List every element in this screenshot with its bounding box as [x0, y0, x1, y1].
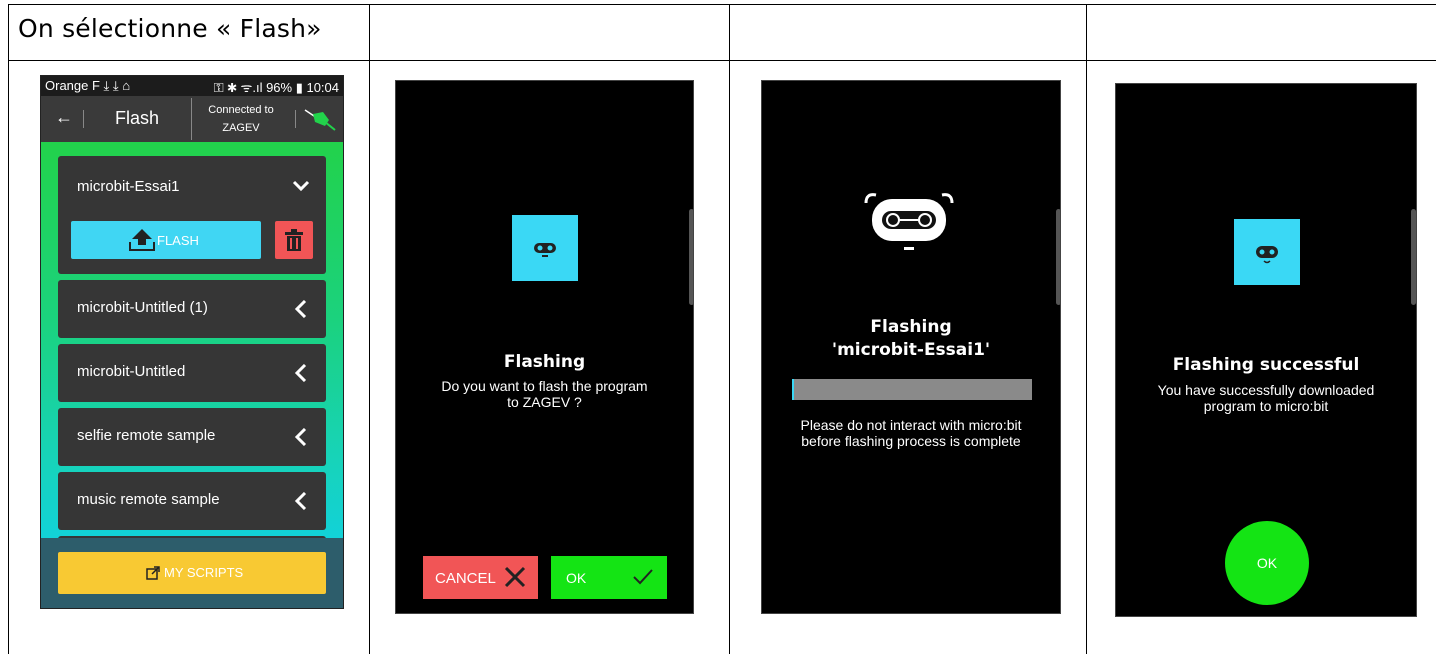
table-column-divider: [1086, 4, 1087, 654]
close-icon: [504, 566, 526, 588]
microbit-logo-tile: [512, 215, 578, 281]
caption-text: On sélectionne « Flash»: [18, 14, 322, 43]
table-column-divider: [729, 4, 730, 654]
table-top-border: [8, 4, 1436, 5]
arrow-left-icon[interactable]: ←: [55, 107, 73, 128]
ok-button[interactable]: OK: [1225, 521, 1309, 605]
cancel-button[interactable]: CANCEL: [423, 556, 538, 599]
chevron-left-icon[interactable]: [292, 364, 310, 382]
script-item-expanded[interactable]: microbit-Essai1 FLASH: [58, 156, 326, 274]
divider: [295, 110, 296, 128]
dialog-message-line1: Do you want to flash the program: [441, 378, 648, 394]
flashing-title-line2: 'microbit-Essai1': [831, 340, 991, 360]
flashing-note-line1: Please do not interact with micro:bit: [800, 417, 1022, 433]
flashing-progress-screen: Flashing 'microbit-Essai1' Please do not…: [761, 80, 1061, 614]
microbit-face-icon: [534, 243, 556, 257]
connection-status-device: ZAGEV: [222, 122, 260, 134]
flash-list-screen: Orange F ⤓ ⤓ ⌂ ⚿ ✱ ᯤ.ıl 96% ▮ 10:04 ← Fl…: [40, 75, 344, 609]
flash-button-label: FLASH: [157, 233, 199, 248]
chevron-left-icon[interactable]: [292, 428, 310, 446]
dialog-message-line2: to ZAGEV ?: [507, 394, 582, 410]
scroll-handle[interactable]: [689, 209, 693, 305]
script-name: microbit-Untitled (1): [77, 299, 208, 316]
table-column-divider: [369, 4, 370, 654]
status-right: ⚿ ✱ ᯤ.ıl 96% ▮ 10:04: [213, 80, 339, 95]
flash-success-screen: Flashing successful You have successfull…: [1115, 83, 1417, 617]
ok-label: OK: [566, 570, 587, 586]
divider: [83, 110, 84, 128]
scroll-handle[interactable]: [1411, 209, 1416, 305]
divider: [191, 98, 192, 140]
my-scripts-label: MY SCRIPTS: [164, 565, 244, 580]
script-item[interactable]: microbit-Untitled: [58, 344, 326, 402]
flashing-title-line1: Flashing: [870, 317, 952, 337]
microbit-robot-icon: [864, 193, 954, 250]
script-item[interactable]: selfie remote sample: [58, 408, 326, 466]
status-bar: Orange F ⤓ ⤓ ⌂ ⚿ ✱ ᯤ.ıl 96% ▮ 10:04: [41, 76, 343, 96]
script-item[interactable]: music remote sample: [58, 472, 326, 530]
success-message-line1: You have successfully downloaded: [1157, 382, 1375, 398]
delete-button[interactable]: [275, 221, 313, 259]
page-title: Flash: [115, 108, 160, 128]
scroll-handle[interactable]: [1056, 209, 1060, 305]
flash-button[interactable]: FLASH: [71, 221, 261, 259]
chevron-down-icon[interactable]: [292, 177, 310, 195]
external-link-icon: [146, 566, 160, 580]
script-name: microbit-Untitled: [77, 363, 186, 380]
bottom-panel: MY SCRIPTS: [41, 538, 343, 608]
plug-icon[interactable]: [303, 106, 337, 132]
flashing-note-line2: before flashing process is complete: [801, 433, 1021, 449]
ok-button[interactable]: OK: [551, 556, 667, 599]
microbit-face-icon: [1256, 246, 1278, 264]
script-name: selfie remote sample: [77, 427, 216, 444]
connection-status: Connected to ZAGEV: [201, 101, 281, 137]
cancel-label: CANCEL: [435, 570, 496, 587]
check-icon: [633, 569, 653, 585]
chevron-left-icon[interactable]: [292, 300, 310, 318]
trash-icon: [285, 229, 303, 251]
microbit-logo-tile: [1234, 219, 1300, 285]
script-item[interactable]: microbit-Untitled (1): [58, 280, 326, 338]
dialog-title: Flashing: [503, 352, 586, 372]
flash-progress-fill: [792, 379, 795, 400]
my-scripts-button[interactable]: MY SCRIPTS: [58, 552, 326, 594]
table-left-border: [8, 4, 9, 654]
flash-progress-bar: [792, 379, 1032, 400]
app-bar: ← Flash Connected to ZAGEV: [41, 96, 343, 142]
success-message-line2: program to micro:bit: [1203, 398, 1329, 414]
script-list: microbit-Essai1 FLASH microbit-Untitled …: [41, 142, 343, 544]
script-name: music remote sample: [77, 491, 220, 508]
connection-status-line1: Connected to: [208, 104, 274, 116]
upload-icon: [129, 229, 155, 251]
status-left: Orange F ⤓ ⤓ ⌂: [45, 78, 131, 93]
chevron-left-icon[interactable]: [292, 492, 310, 510]
success-title: Flashing successful: [1172, 355, 1360, 375]
script-name: microbit-Essai1: [77, 178, 180, 195]
flash-confirm-screen: Flashing Do you want to flash the progra…: [395, 80, 694, 614]
table-row-divider: [8, 60, 1436, 61]
